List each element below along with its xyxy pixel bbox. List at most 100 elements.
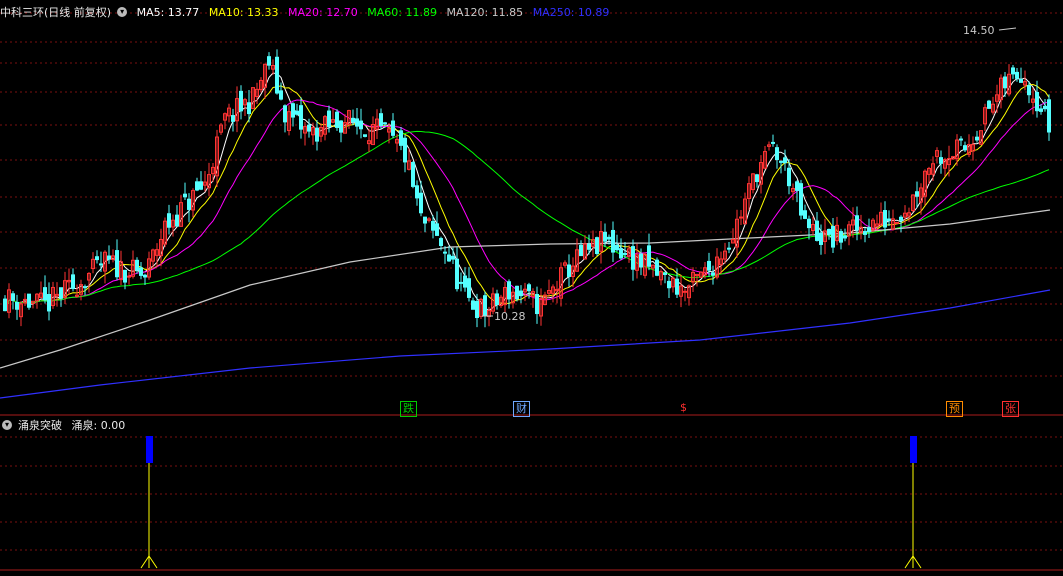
candle-body: [1047, 99, 1051, 133]
candle-body: [535, 294, 539, 315]
ma250-line: [0, 289, 1051, 399]
candle-body: [623, 252, 627, 255]
candle-body: [435, 223, 439, 236]
event-marker-dividend[interactable]: $: [678, 401, 689, 415]
candle-body: [827, 228, 831, 235]
ma10-line: [4, 83, 1050, 311]
candle-body: [647, 245, 651, 267]
candle-body: [515, 285, 519, 300]
candle-body: [59, 287, 63, 299]
candle-body: [963, 145, 967, 151]
candle-body: [423, 216, 427, 224]
candle-body: [507, 281, 511, 300]
high-marker-line: [998, 27, 1017, 31]
candle-body: [107, 255, 111, 260]
candle-body: [379, 113, 383, 127]
candle-body: [587, 243, 591, 250]
ma5-line: [4, 72, 1050, 312]
candle-body: [631, 246, 635, 270]
event-marker-finance[interactable]: 财: [513, 401, 530, 417]
ma250-label: MA250: 10.89: [532, 6, 610, 19]
candle-body: [291, 103, 295, 118]
candle-body: [775, 147, 779, 161]
low-price-label: 10.28: [494, 310, 526, 323]
candle-body: [843, 235, 847, 239]
toggle-icon[interactable]: ▾: [2, 420, 12, 430]
candle-body: [579, 244, 583, 257]
ma5-label: MA5: 13.77: [136, 6, 200, 19]
candle-body: [123, 269, 127, 283]
candle-body: [483, 295, 487, 317]
candle-body: [779, 160, 783, 163]
indicator-title[interactable]: 涌泉突破: [18, 419, 62, 432]
candle-body: [899, 216, 903, 221]
candle-body: [855, 215, 859, 231]
candle-body: [755, 174, 759, 183]
candle-body: [279, 90, 283, 100]
candle-body: [127, 275, 131, 278]
candle-body: [431, 221, 435, 231]
candle-body: [1035, 91, 1039, 112]
candle-body: [467, 278, 471, 298]
indicator-signals: [140, 436, 922, 569]
candle-body: [867, 227, 871, 233]
candle-body: [799, 183, 803, 216]
candle-body: [959, 138, 963, 141]
candle-body: [895, 221, 899, 224]
candle-body: [819, 232, 823, 245]
stock-title[interactable]: 中科三环(日线 前复权): [0, 6, 111, 19]
candle-body: [615, 244, 619, 251]
candle-body: [803, 210, 807, 219]
candle-body: [175, 214, 179, 227]
candle-body: [619, 248, 623, 259]
candle-body: [135, 259, 139, 271]
ma120-label: MA120: 11.85: [446, 6, 524, 19]
ma10-label: MA10: 13.33: [208, 6, 279, 19]
candle-body: [115, 250, 119, 278]
candle-body: [403, 137, 407, 163]
candle-body: [883, 210, 887, 228]
event-marker-drop[interactable]: 跌: [400, 401, 417, 417]
candle-body: [399, 130, 403, 146]
candle-body: [519, 290, 523, 297]
candle-body: [639, 253, 643, 268]
event-marker-forecast[interactable]: 预: [946, 401, 963, 417]
candle-body: [603, 231, 607, 242]
candle-body: [415, 185, 419, 199]
ma20-line: [4, 99, 1050, 311]
candle-body: [11, 293, 15, 301]
candle-body: [267, 56, 271, 66]
candle-body: [475, 301, 479, 319]
candle-body: [667, 280, 671, 289]
candle-body: [915, 191, 919, 197]
candle-body: [195, 181, 199, 191]
candle-body: [595, 237, 599, 255]
candle-body: [459, 281, 463, 284]
toggle-icon[interactable]: ▾: [117, 7, 128, 17]
candle-body: [359, 120, 363, 130]
candle-body: [451, 255, 455, 260]
candle-body: [863, 230, 867, 235]
candle-body: [27, 293, 31, 308]
candle-body: [295, 110, 299, 115]
candle-body: [607, 236, 611, 240]
candle-body: [711, 272, 715, 276]
candle-body: [299, 105, 303, 130]
candle-body: [1011, 67, 1015, 75]
candle-body: [463, 275, 467, 288]
candle-body: [71, 274, 75, 289]
candle-body: [391, 120, 395, 136]
candle-body: [815, 220, 819, 241]
candle-body: [611, 229, 615, 253]
candle-body: [95, 256, 99, 261]
candle-body: [807, 218, 811, 229]
candle-body: [939, 157, 943, 164]
candle-body: [783, 157, 787, 164]
candle-body: [47, 294, 51, 312]
candle-body: [411, 162, 415, 187]
candle-body: [315, 127, 319, 142]
candle-body: [831, 225, 835, 248]
event-marker-rise[interactable]: 张: [1002, 401, 1019, 417]
candle-body: [239, 90, 243, 112]
candle-body: [443, 251, 447, 254]
